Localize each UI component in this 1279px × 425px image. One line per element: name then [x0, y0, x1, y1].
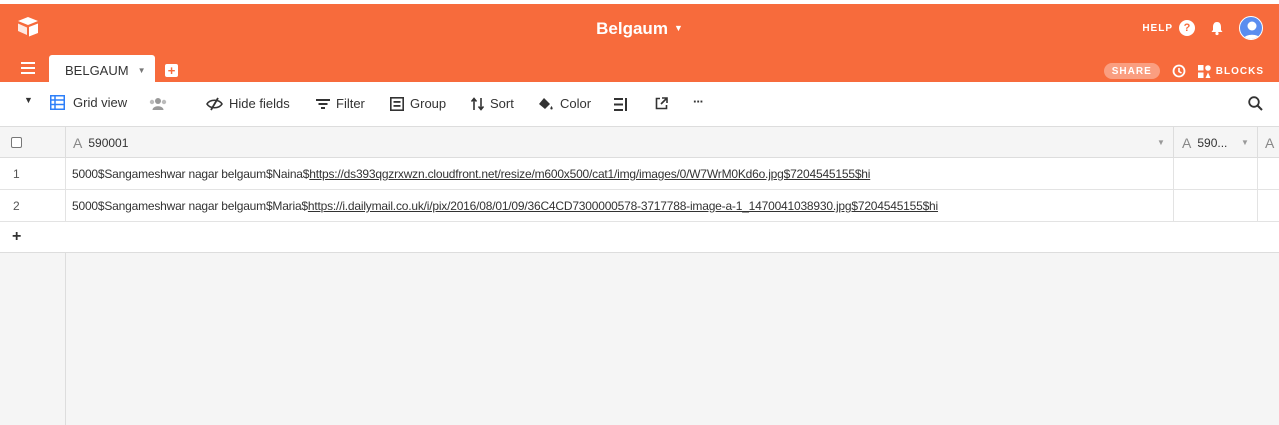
chevron-down-icon[interactable]: ▼	[138, 66, 146, 75]
column-name: 590001	[88, 135, 129, 150]
history-icon[interactable]	[1172, 64, 1186, 78]
plus-icon: +	[12, 228, 22, 245]
view-toolbar: ▼ Grid view Hide fields Filter Group Sor…	[0, 82, 1279, 127]
text-field-icon: A	[1265, 134, 1275, 151]
view-switcher[interactable]: Grid view	[50, 95, 127, 110]
group-label: Group	[410, 96, 447, 111]
base-name: Belgaum	[596, 19, 668, 38]
text-field-icon: A	[73, 134, 83, 151]
select-all-cell	[0, 127, 66, 158]
column-header-2[interactable]: A 590... ▼	[1174, 127, 1258, 158]
color-button[interactable]: Color	[538, 96, 591, 111]
hide-fields-button[interactable]: Hide fields	[206, 96, 290, 111]
search-icon[interactable]	[1248, 96, 1263, 111]
base-title[interactable]: Belgaum ▼	[0, 19, 1279, 39]
table-row[interactable]: 1 5000$Sangameshwar nagar belgaum$Naina$…	[0, 158, 1279, 190]
chevron-down-icon: ▼	[673, 23, 683, 33]
chevron-down-icon[interactable]: ▼	[1241, 138, 1249, 147]
cell-text: 5000$Sangameshwar nagar belgaum$Maria$	[72, 199, 308, 213]
filter-icon	[316, 98, 330, 109]
add-table-button[interactable]: +	[165, 64, 178, 77]
cell-link[interactable]: https://ds393qgzrxwzn.cloudfront.net/res…	[309, 167, 870, 181]
row-height-icon[interactable]	[614, 98, 628, 111]
select-all-checkbox[interactable]	[11, 137, 22, 148]
view-switcher-chevron-icon[interactable]: ▼	[24, 95, 33, 105]
sort-label: Sort	[490, 96, 514, 111]
column-header-row: A 590001 ▼ A 590... ▼ A	[0, 127, 1279, 158]
row-number: 2	[0, 190, 66, 222]
chevron-down-icon[interactable]: ▼	[1157, 138, 1165, 147]
collaborators-icon[interactable]	[149, 97, 167, 111]
column-header-primary[interactable]: A 590001 ▼	[66, 127, 1174, 158]
primary-cell[interactable]: 5000$Sangameshwar nagar belgaum$Naina$ ht…	[66, 158, 1174, 190]
tab-label: BELGAUM	[65, 63, 129, 78]
blocks-button[interactable]: BLOCKS	[1216, 66, 1264, 77]
filter-label: Filter	[336, 96, 365, 111]
more-options-icon[interactable]: ···	[693, 94, 704, 109]
cell[interactable]	[1258, 190, 1279, 222]
group-icon	[390, 96, 404, 111]
data-grid: A 590001 ▼ A 590... ▼ A 1 5000$Sangamesh…	[0, 127, 1279, 425]
view-name: Grid view	[73, 95, 128, 110]
color-label: Color	[560, 96, 592, 111]
text-field-icon: A	[1182, 134, 1192, 151]
help-icon[interactable]: ?	[1179, 20, 1195, 36]
cell[interactable]	[1174, 158, 1258, 190]
user-avatar[interactable]	[1239, 16, 1263, 40]
sort-button[interactable]: Sort	[471, 96, 514, 111]
filter-button[interactable]: Filter	[316, 96, 365, 111]
paint-bucket-icon	[539, 97, 553, 109]
notifications-bell-icon[interactable]	[1209, 20, 1225, 36]
row-number: 1	[0, 158, 66, 190]
group-button[interactable]: Group	[390, 96, 446, 111]
hide-fields-label: Hide fields	[229, 96, 290, 111]
column-header-3[interactable]: A	[1258, 127, 1279, 158]
help-link[interactable]: HELP	[1142, 23, 1173, 34]
share-view-icon[interactable]	[655, 97, 668, 110]
share-button[interactable]: SHARE	[1103, 63, 1160, 79]
cell-text: 5000$Sangameshwar nagar belgaum$Naina$	[72, 167, 310, 181]
blocks-icon[interactable]	[1197, 64, 1211, 78]
table-row[interactable]: 2 5000$Sangameshwar nagar belgaum$Maria$…	[0, 190, 1279, 222]
app-header: Belgaum ▼ HELP ? BELGAUM ▼ + SHARE BLOCK…	[0, 0, 1279, 86]
hamburger-menu-icon[interactable]	[21, 62, 35, 74]
add-row-button[interactable]: +	[0, 222, 1279, 253]
cell-link[interactable]: https://i.dailymail.co.uk/i/pix/2016/08/…	[308, 199, 938, 213]
sort-icon	[471, 96, 484, 111]
column-name: 590...	[1197, 135, 1228, 150]
cell[interactable]	[1258, 158, 1279, 190]
cell[interactable]	[1174, 190, 1258, 222]
primary-cell[interactable]: 5000$Sangameshwar nagar belgaum$Maria$ ht…	[66, 190, 1174, 222]
grid-view-icon	[50, 95, 65, 110]
hide-fields-icon	[206, 97, 223, 110]
